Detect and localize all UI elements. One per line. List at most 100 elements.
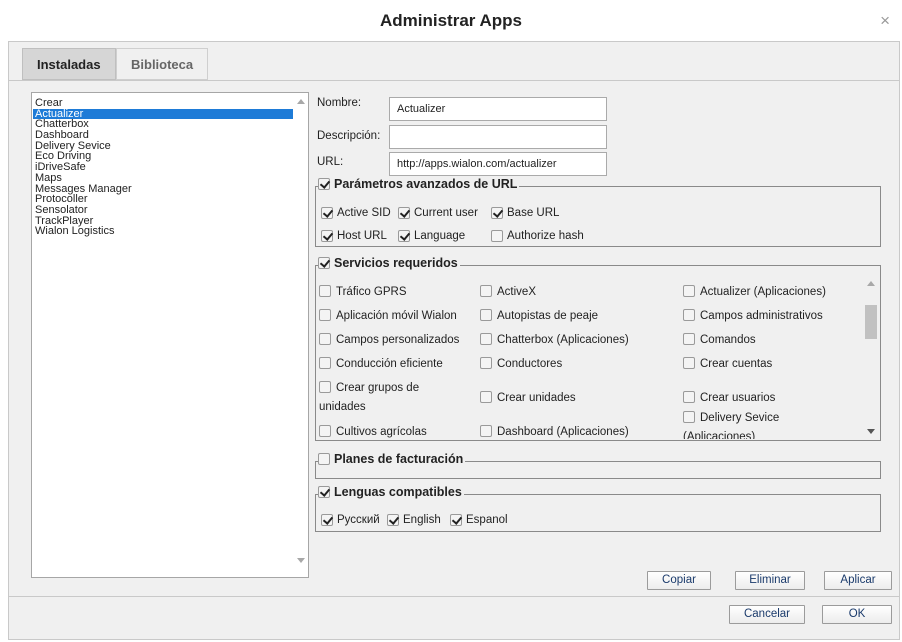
lang-russian[interactable]: Русский <box>321 514 380 526</box>
service-checkbox[interactable] <box>480 309 492 321</box>
description-field[interactable] <box>389 125 607 149</box>
cancel-button[interactable]: Cancelar <box>729 605 805 624</box>
service-item[interactable]: Autopistas de peaje <box>480 307 660 326</box>
advanced-url-checkbox[interactable] <box>318 178 330 190</box>
tab-biblioteca[interactable]: Biblioteca <box>116 48 209 80</box>
service-checkbox[interactable] <box>683 333 695 345</box>
url-field[interactable] <box>389 152 607 176</box>
russian-checkbox[interactable] <box>321 514 333 526</box>
current-user-checkbox[interactable] <box>398 207 410 219</box>
scroll-down-icon[interactable] <box>297 558 305 563</box>
close-icon[interactable]: × <box>880 12 890 29</box>
service-item[interactable]: Aplicación móvil Wialon <box>319 307 479 326</box>
service-item[interactable]: Dashboard (Aplicaciones) <box>480 423 660 439</box>
scroll-up-icon[interactable] <box>867 281 875 286</box>
copy-button[interactable]: Copiar <box>647 571 711 590</box>
service-item[interactable]: Actualizer (Aplicaciones) <box>683 283 853 302</box>
service-item[interactable]: Campos personalizados <box>319 331 479 350</box>
services-scrollbar[interactable] <box>863 277 879 439</box>
service-checkbox[interactable] <box>319 309 331 321</box>
lang-espanol[interactable]: Espanol <box>450 514 508 526</box>
service-item[interactable]: Chatterbox (Aplicaciones) <box>480 331 660 350</box>
ok-button[interactable]: OK <box>822 605 892 624</box>
footer-divider <box>9 596 899 597</box>
service-checkbox[interactable] <box>683 285 695 297</box>
service-item[interactable]: Campos administrativos <box>683 307 853 326</box>
tab-instaladas[interactable]: Instaladas <box>22 48 116 80</box>
service-item[interactable]: Crear unidades <box>480 389 660 408</box>
opt-language[interactable]: Language <box>398 230 465 242</box>
host-url-checkbox[interactable] <box>321 230 333 242</box>
opt-authorize-hash[interactable]: Authorize hash <box>491 230 584 242</box>
service-checkbox[interactable] <box>480 425 492 437</box>
language-checkbox[interactable] <box>398 230 410 242</box>
advanced-url-group: Parámetros avanzados de URL Active SID C… <box>315 177 881 247</box>
service-item[interactable]: Conductores <box>480 355 660 374</box>
service-checkbox[interactable] <box>683 309 695 321</box>
service-item[interactable]: Comandos <box>683 331 853 350</box>
opt-base-url[interactable]: Base URL <box>491 207 559 219</box>
service-checkbox[interactable] <box>319 381 331 393</box>
name-label: Nombre: <box>317 97 362 109</box>
services-checkbox[interactable] <box>318 257 330 269</box>
scroll-thumb[interactable] <box>865 305 877 339</box>
service-item[interactable]: Cultivos agrícolas <box>319 423 479 439</box>
service-item[interactable]: Tráfico GPRS <box>319 283 469 302</box>
billing-checkbox[interactable] <box>318 453 330 465</box>
service-label: Chatterbox (Aplicaciones) <box>497 334 629 346</box>
advanced-url-legend[interactable]: Parámetros avanzados de URL <box>318 177 520 191</box>
list-item[interactable]: iDriveSafe <box>33 162 293 173</box>
service-label: Crear usuarios <box>700 392 776 404</box>
list-item[interactable]: Maps <box>33 172 293 184</box>
delete-button[interactable]: Eliminar <box>735 571 805 590</box>
service-checkbox[interactable] <box>683 411 695 423</box>
billing-legend[interactable]: Planes de facturación <box>318 452 466 466</box>
service-checkbox[interactable] <box>319 285 331 297</box>
billing-title: Planes de facturación <box>334 452 464 466</box>
service-checkbox[interactable] <box>480 333 492 345</box>
services-legend[interactable]: Servicios requeridos <box>318 256 460 270</box>
service-label: Conductores <box>497 358 563 370</box>
name-field[interactable] <box>389 97 607 121</box>
authorize-hash-checkbox[interactable] <box>491 230 503 242</box>
list-scrollbar[interactable] <box>293 93 308 577</box>
english-checkbox[interactable] <box>387 514 399 526</box>
service-label: Autopistas de peaje <box>497 310 599 322</box>
espanol-checkbox[interactable] <box>450 514 462 526</box>
apply-button[interactable]: Aplicar <box>824 571 892 590</box>
scroll-down-icon[interactable] <box>867 429 875 434</box>
service-checkbox[interactable] <box>319 357 331 369</box>
service-checkbox[interactable] <box>683 391 695 403</box>
service-label: Actualizer (Aplicaciones) <box>700 286 826 298</box>
scroll-up-icon[interactable] <box>297 99 305 104</box>
opt-active-sid[interactable]: Active SID <box>321 207 391 219</box>
service-item[interactable]: Crear grupos de unidades <box>319 379 439 417</box>
service-checkbox[interactable] <box>480 391 492 403</box>
lang-label: Espanol <box>466 514 508 526</box>
opt-label: Active SID <box>337 207 391 219</box>
service-item[interactable]: Crear usuarios <box>683 389 853 408</box>
service-label: Campos administrativos <box>700 310 823 322</box>
service-checkbox[interactable] <box>683 357 695 369</box>
base-url-checkbox[interactable] <box>491 207 503 219</box>
service-item[interactable]: Crear cuentas <box>683 355 853 374</box>
active-sid-checkbox[interactable] <box>321 207 333 219</box>
service-item[interactable]: Delivery Sevice (Aplicaciones) <box>683 409 813 439</box>
list-item[interactable]: Sensolator <box>33 205 293 216</box>
languages-legend[interactable]: Lenguas compatibles <box>318 485 464 499</box>
service-checkbox[interactable] <box>319 425 331 437</box>
apps-list[interactable]: Crear Actualizer Chatterbox Dashboard De… <box>31 92 309 578</box>
opt-current-user[interactable]: Current user <box>398 207 478 219</box>
service-item[interactable]: ActiveX <box>480 283 660 302</box>
languages-title: Lenguas compatibles <box>334 485 462 499</box>
billing-group: Planes de facturación <box>315 452 881 479</box>
service-checkbox[interactable] <box>480 357 492 369</box>
opt-host-url[interactable]: Host URL <box>321 230 387 242</box>
service-checkbox[interactable] <box>480 285 492 297</box>
service-item[interactable]: Conducción eficiente <box>319 355 479 374</box>
languages-checkbox[interactable] <box>318 486 330 498</box>
service-checkbox[interactable] <box>319 333 331 345</box>
lang-english[interactable]: English <box>387 514 441 526</box>
list-item[interactable]: Wialon Logistics <box>33 226 293 237</box>
description-label: Descripción: <box>317 130 381 142</box>
